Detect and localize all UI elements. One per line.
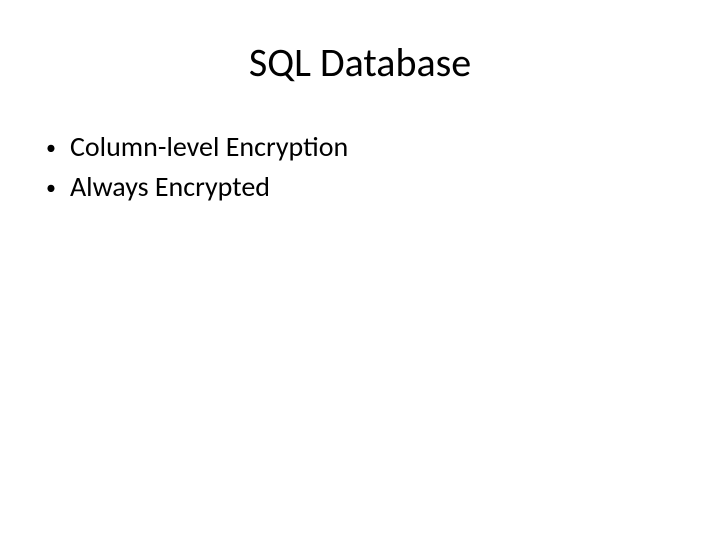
list-item: • Column-level Encryption (46, 129, 680, 165)
bullet-icon: • (46, 175, 56, 201)
bullet-icon: • (46, 135, 56, 161)
list-item: • Always Encrypted (46, 169, 680, 205)
bullet-list: • Column-level Encryption • Always Encry… (40, 129, 680, 206)
slide-container: SQL Database • Column-level Encryption •… (0, 0, 720, 540)
bullet-text: Column-level Encryption (70, 129, 680, 165)
slide-title: SQL Database (40, 38, 680, 87)
bullet-text: Always Encrypted (70, 169, 680, 205)
